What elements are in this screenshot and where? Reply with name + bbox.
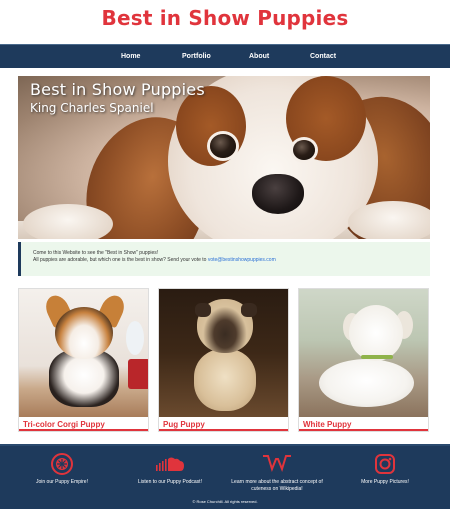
nav-about-link[interactable]: About xyxy=(249,45,269,69)
instagram-icon xyxy=(330,452,440,476)
footer-link-soundcloud[interactable]: Listen to our Puppy Podcast! xyxy=(115,452,225,486)
footer-link-wikipedia[interactable]: Learn more about the abstract concept of… xyxy=(222,452,332,493)
nav-contact-link[interactable]: Contact xyxy=(310,45,336,69)
nav-home-link[interactable]: Home xyxy=(121,45,140,69)
card-caption[interactable]: Pug Puppy xyxy=(163,420,205,429)
pug-puppy-photo xyxy=(159,289,288,417)
soundcloud-icon xyxy=(115,452,225,476)
footer-link-instagram[interactable]: More Puppy Pictures! xyxy=(330,452,440,486)
intro-text-line-2: All puppies are adorable, but which one … xyxy=(33,257,276,263)
nav-portfolio-link[interactable]: Portfolio xyxy=(182,45,211,69)
card-white-puppy[interactable]: White Puppy xyxy=(298,288,429,432)
intro-box: Come to this Website to see the "Best in… xyxy=(18,242,430,276)
card-caption[interactable]: White Puppy xyxy=(303,420,351,429)
copyright-text: © Rose Churchill. All rights reserved. xyxy=(192,499,258,504)
card-caption[interactable]: Tri-color Corgi Puppy xyxy=(23,420,105,429)
footer-link-pinterest[interactable]: Join our Puppy Empire! xyxy=(7,452,117,486)
footer: Join our Puppy Empire! Listen to our Pup… xyxy=(0,444,450,509)
intro-text-line-1: Come to this Website to see the "Best in… xyxy=(33,250,159,256)
pinterest-icon xyxy=(7,452,117,476)
white-puppy-photo xyxy=(299,289,428,417)
card-corgi[interactable]: Tri-color Corgi Puppy xyxy=(18,288,149,432)
card-pug[interactable]: Pug Puppy xyxy=(158,288,289,432)
wikipedia-icon xyxy=(222,452,332,476)
hero-banner: Best in Show Puppies King Charles Spanie… xyxy=(18,76,430,239)
vote-email-link[interactable]: vote@bestinshowpuppies.com xyxy=(208,257,276,263)
corgi-puppy-photo xyxy=(19,289,148,417)
hero-title: Best in Show Puppies xyxy=(30,80,205,99)
site-title: Best in Show Puppies xyxy=(101,6,349,30)
navbar: Home Portfolio About Contact xyxy=(0,44,450,68)
hero-subtitle: King Charles Spaniel xyxy=(30,101,154,115)
